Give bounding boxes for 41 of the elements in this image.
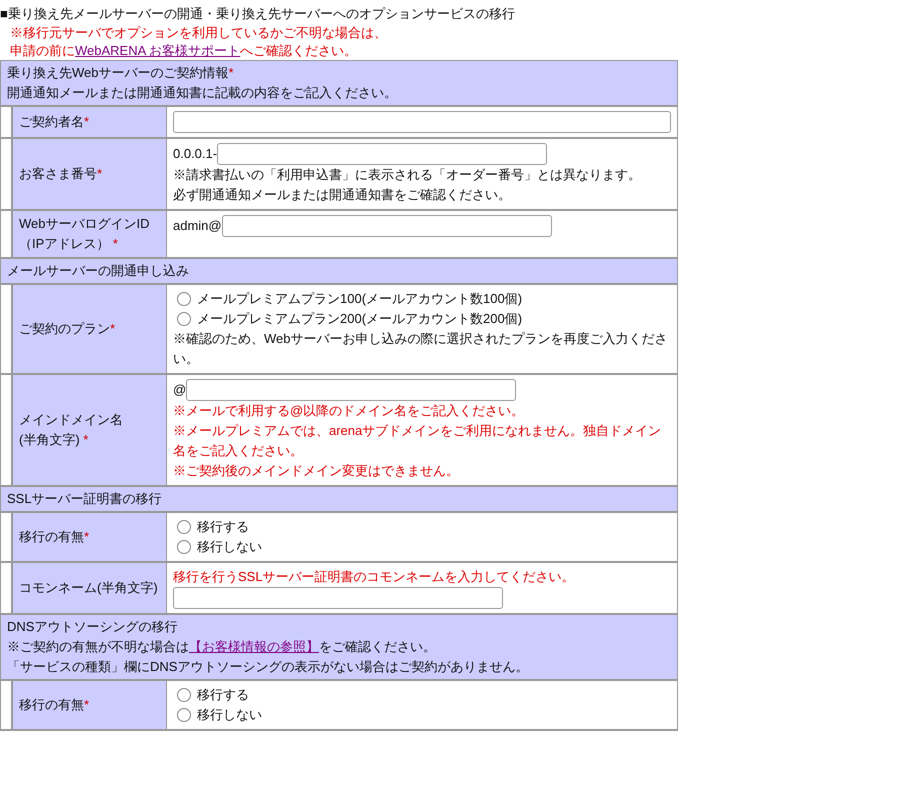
header-text: SSLサーバー証明書の移行 (7, 490, 163, 508)
info-link[interactable]: 【お客様情報の参照】 (189, 639, 319, 654)
header-text: 開通通知メールまたは開通通知書に記載の内容をご記入ください。 (7, 84, 398, 102)
input-field[interactable] (222, 215, 552, 237)
header-text: 「サービスの種類」欄にDNSアウトソーシングの表示がない場合はご契約がありません。 (7, 658, 530, 676)
radio-option[interactable]: メールプレミアムプラン200(メールアカウント数200個) (173, 309, 522, 329)
header-text: ※ご契約の有無が不明な場合は【お客様情報の参照】をご確認ください。 (7, 638, 437, 656)
radio-option[interactable]: 移行する (173, 517, 249, 537)
warning-text: ※メールで利用する@以降のドメイン名をご記入ください。 (173, 402, 526, 420)
row-label: WebサーバログインID （IPアドレス） * (13, 211, 167, 257)
field-prefix: 0.0.0.1- (173, 145, 218, 163)
input-field[interactable] (173, 587, 503, 609)
notice-text: 申請の前にWebARENA お客様サポート へご確認ください。 (10, 42, 358, 60)
note-text: ※確認のため、Webサーバーお申し込みの際に選択されたプランを再度ご入力ください。 (173, 330, 668, 368)
notice-text: ※移行元サーバでオプションを利用しているかご不明な場合は、 (10, 24, 388, 42)
warning-text: 移行を行うSSLサーバー証明書のコモンネームを入力してください。 (173, 568, 576, 586)
field-prefix: admin@ (173, 217, 222, 235)
radio-option[interactable]: 移行しない (173, 537, 262, 557)
page-title: ■乗り換え先メールサーバーの開通・乗り換え先サーバーへのオプションサービスの移行 (0, 5, 516, 23)
header-text: 乗り換え先Webサーバーのご契約情報* (7, 64, 235, 82)
radio-option[interactable]: メールプレミアムプラン100(メールアカウント数100個) (173, 289, 522, 309)
note-text: ※請求書払いの「利用申込書」に表示される「オーダー番号」とは異なります。 (173, 166, 642, 184)
input-field[interactable] (186, 379, 516, 401)
note-text: 必ず開通通知メールまたは開通通知書をご確認ください。 (173, 186, 512, 204)
row-label: お客さま番号* (13, 139, 167, 209)
input-field[interactable] (217, 143, 548, 165)
support-link[interactable]: WebARENA お客様サポート (75, 43, 240, 58)
header-text: メールサーバーの開通申し込み (7, 262, 190, 280)
input-field[interactable] (173, 111, 671, 133)
row-label: ご契約のプラン* (13, 285, 167, 373)
radio-option[interactable]: 移行する (173, 685, 249, 705)
warning-text: ※メールプレミアムでは、arenaサブドメインをご利用になれません。独自ドメイン名をご記入ください。 (173, 422, 662, 460)
row-label: ご契約者名* (13, 107, 167, 137)
radio-option[interactable]: 移行しない (173, 705, 262, 725)
row-label: メインドメイン名 (半角文字) * (13, 375, 167, 485)
field-prefix: @ (173, 381, 186, 399)
row-label: 移行の有無* (13, 681, 167, 729)
warning-text: ※ご契約後のメインドメイン変更はできません。 (173, 462, 460, 480)
row-label: コモンネーム(半角文字) (13, 563, 167, 613)
row-label: 移行の有無* (13, 513, 167, 561)
header-text: DNSアウトソーシングの移行 (7, 618, 178, 636)
